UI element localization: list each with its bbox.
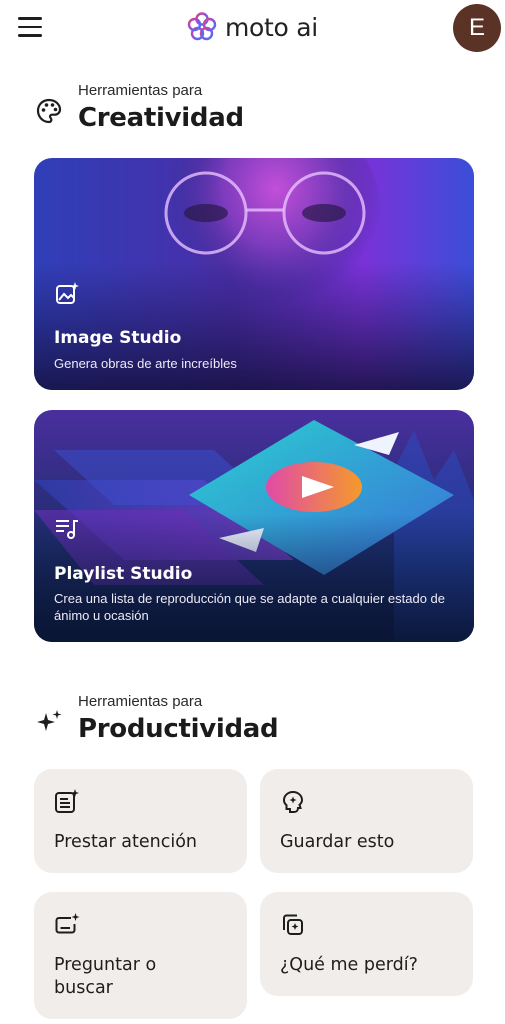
creativity-section-header: Herramientas para Creatividad: [34, 82, 244, 134]
tile-guardar-esto-label: Guardar esto: [280, 832, 395, 852]
tile-que-me-perdi-label: ¿Qué me perdí?: [280, 955, 418, 975]
image-sparkle-icon: [56, 282, 79, 304]
brand-name: moto ai: [225, 12, 318, 42]
message-sparkle-icon: [55, 913, 80, 934]
image-studio-card[interactable]: Image Studio Genera obras de arte increí…: [34, 158, 474, 390]
tile-que-me-perdi[interactable]: ¿Qué me perdí?: [260, 892, 473, 996]
tile-prestar-atencion-label: Prestar atención: [54, 832, 198, 852]
tile-prestar-atencion[interactable]: Prestar atención: [34, 769, 247, 873]
note-sparkle-icon: [55, 789, 79, 813]
creativity-subtitle: Herramientas para: [78, 82, 203, 99]
creativity-title: Creatividad: [78, 103, 244, 133]
productivity-section-header: Herramientas para Productividad: [34, 693, 279, 745]
stack-sparkle-icon: [283, 914, 303, 935]
productivity-subtitle: Herramientas para: [78, 693, 203, 710]
sparkles-icon: [37, 710, 62, 731]
productivity-title: Productividad: [78, 714, 279, 744]
tile-preguntar-o-buscar[interactable]: Preguntar o buscar: [34, 892, 247, 1019]
tile-guardar-esto[interactable]: Guardar esto: [260, 769, 473, 873]
image-studio-title: Image Studio: [54, 328, 182, 348]
playlist-studio-description: Crea una lista de reproducción que se ad…: [54, 591, 445, 623]
playlist-studio-title: Playlist Studio: [54, 564, 193, 584]
menu-button[interactable]: [18, 17, 42, 39]
top-app-bar: moto ai E: [0, 0, 505, 58]
image-studio-description: Genera obras de arte increíbles: [54, 356, 237, 371]
brain-sparkle-icon: [282, 790, 304, 813]
brand: moto ai: [185, 8, 318, 46]
moto-ai-logo-icon: [187, 12, 217, 41]
playlist-music-icon: [56, 520, 78, 539]
tile-preguntar-o-buscar-label: Preguntar o buscar: [54, 955, 157, 998]
playlist-studio-card[interactable]: Playlist Studio Crea una lista de reprod…: [34, 410, 474, 642]
palette-icon: [36, 98, 62, 124]
profile-avatar[interactable]: E: [453, 4, 501, 52]
